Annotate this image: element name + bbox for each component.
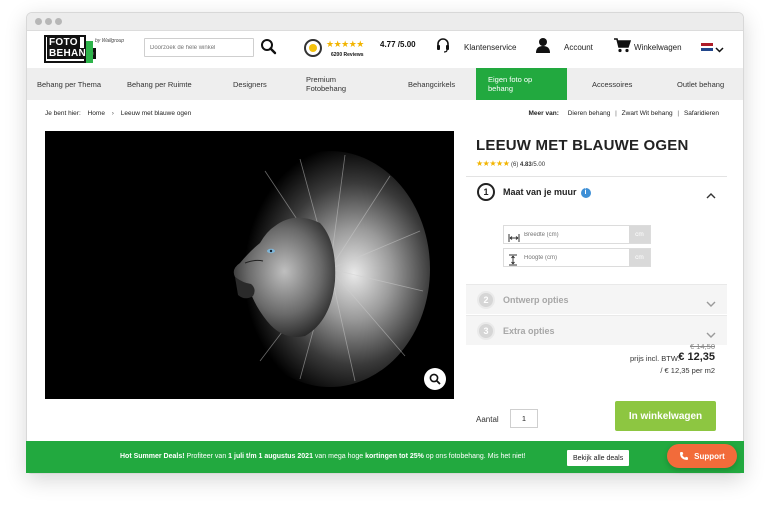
trusted-shops-rating[interactable]: ★★★★★ 6200 Reviews 4.77 /5.00 <box>304 37 416 61</box>
promo-text: Hot Summer Deals! Profiteer van 1 juli t… <box>120 453 526 460</box>
zoom-icon[interactable] <box>424 368 446 390</box>
current-price: € 12,35 <box>678 351 715 363</box>
account-icon[interactable] <box>535 37 551 58</box>
width-arrows-icon <box>508 230 520 248</box>
headset-icon[interactable] <box>436 37 450 58</box>
chevron-down-icon[interactable] <box>706 295 716 313</box>
section-label-extra: Extra opties <box>503 326 555 336</box>
width-field[interactable]: cm <box>503 225 651 244</box>
chevron-down-icon[interactable] <box>715 41 724 59</box>
logo-tagline: by Wallgroup <box>95 38 125 44</box>
window-minimize-dot[interactable] <box>45 18 52 25</box>
site-header: FOTO BEHANG by Wallgroup ★★★★★ 6200 Revi… <box>27 31 743 68</box>
step-number-3: 3 <box>477 322 495 340</box>
height-field[interactable]: cm <box>503 248 651 267</box>
window-close-dot[interactable] <box>35 18 42 25</box>
nav-eigen-foto-op-behang[interactable]: Eigen foto op behang <box>476 68 567 100</box>
view-deals-button[interactable]: Bekijk alle deals <box>567 450 630 466</box>
price-label: prijs incl. BTW: <box>630 354 680 363</box>
trust-score: 4.77 /5.00 <box>380 40 416 49</box>
step-number-1: 1 <box>477 183 495 201</box>
height-unit: cm <box>629 249 650 266</box>
site-logo[interactable]: FOTO BEHANG by Wallgroup <box>44 35 124 63</box>
trust-reviews: 6200 Reviews <box>331 52 364 58</box>
breadcrumb-current: Leeuw met blauwe ogen <box>120 110 192 117</box>
section-ontwerp-header[interactable]: 2 Ontwerp opties <box>466 284 727 314</box>
rating-max: /5.00 <box>531 162 546 168</box>
phone-icon <box>680 452 689 460</box>
info-icon[interactable]: i <box>580 188 591 198</box>
customer-service-link[interactable]: Klantenservice <box>464 43 516 52</box>
meer-van-link-zwart-wit[interactable]: Zwart Wit behang <box>622 110 673 117</box>
quantity-input[interactable] <box>510 409 538 428</box>
meer-van-label: Meer van: <box>528 110 559 117</box>
breadcrumb-separator-icon: › <box>111 110 114 117</box>
trust-stars: ★★★★★ <box>326 39 364 49</box>
add-to-cart-button[interactable]: In winkelwagen <box>615 401 716 431</box>
breadcrumb-prefix: Je bent hier: <box>45 110 81 117</box>
meer-van-link-safari[interactable]: Safaridieren <box>684 110 719 117</box>
product-rating[interactable]: ★★★★★ (6) 4.83/5.00 <box>476 159 545 168</box>
breadcrumb: Je bent hier: Home › Leeuw met blauwe og… <box>45 110 196 117</box>
section-extra-header[interactable]: 3 Extra opties <box>466 315 727 345</box>
cart-link[interactable]: Winkelwagen <box>634 43 682 52</box>
search-input[interactable] <box>144 38 254 57</box>
price-per-m2: / € 12,35 per m2 <box>660 366 715 375</box>
chevron-up-icon[interactable] <box>706 187 716 205</box>
cart-icon[interactable] <box>613 37 632 58</box>
meer-van: Meer van: Dieren behang | Zwart Wit beha… <box>528 110 719 117</box>
promo-bar: Hot Summer Deals! Profiteer van 1 juli t… <box>26 441 744 473</box>
nav-accessoires[interactable]: Accessoires <box>592 68 632 100</box>
nav-designers[interactable]: Designers <box>233 68 267 100</box>
account-link[interactable]: Account <box>564 43 593 52</box>
window-maximize-dot[interactable] <box>55 18 62 25</box>
support-button[interactable]: Support <box>667 444 737 468</box>
step-number-2: 2 <box>477 291 495 309</box>
search-icon[interactable] <box>260 37 278 57</box>
quantity-label: Aantal <box>476 415 499 424</box>
trusted-shops-icon <box>304 39 322 57</box>
nav-behang-per-ruimte[interactable]: Behang per Ruimte <box>127 68 192 100</box>
old-price: € 14,50 <box>689 342 715 351</box>
nav-outlet-behang[interactable]: Outlet behang <box>677 68 724 100</box>
netherlands-flag-icon[interactable] <box>701 43 713 51</box>
breadcrumb-home[interactable]: Home <box>88 110 105 117</box>
section-label-ontwerp: Ontwerp opties <box>503 295 569 305</box>
width-input[interactable] <box>524 228 628 241</box>
lion-illustration <box>45 131 454 399</box>
main-nav: Behang per Thema Behang per Ruimte Desig… <box>27 68 743 100</box>
nav-behang-per-thema[interactable]: Behang per Thema <box>37 68 101 100</box>
rating-count: (6) <box>511 162 519 168</box>
height-arrows-icon <box>508 253 518 271</box>
window-chrome <box>27 13 743 31</box>
meer-van-link-dieren[interactable]: Dieren behang <box>568 110 611 117</box>
product-configurator: 1 Maat van je muuri cm cm 2 Ontwerp opti… <box>466 176 727 345</box>
nav-premium-fotobehang[interactable]: Premium Fotobehang <box>306 68 366 100</box>
rating-score: 4.83 <box>520 162 532 168</box>
product-image[interactable] <box>45 131 454 399</box>
height-input[interactable] <box>524 251 628 264</box>
rating-stars: ★★★★★ <box>476 159 510 168</box>
section-label-maat: Maat van je muur i <box>503 187 591 198</box>
browser-window: FOTO BEHANG by Wallgroup ★★★★★ 6200 Revi… <box>26 12 744 474</box>
product-title: LEEUW MET BLAUWE OGEN <box>476 137 689 154</box>
nav-behangcirkels[interactable]: Behangcirkels <box>408 68 455 100</box>
section-maat-header[interactable]: 1 Maat van je muur i <box>466 177 727 207</box>
width-unit: cm <box>629 226 650 243</box>
